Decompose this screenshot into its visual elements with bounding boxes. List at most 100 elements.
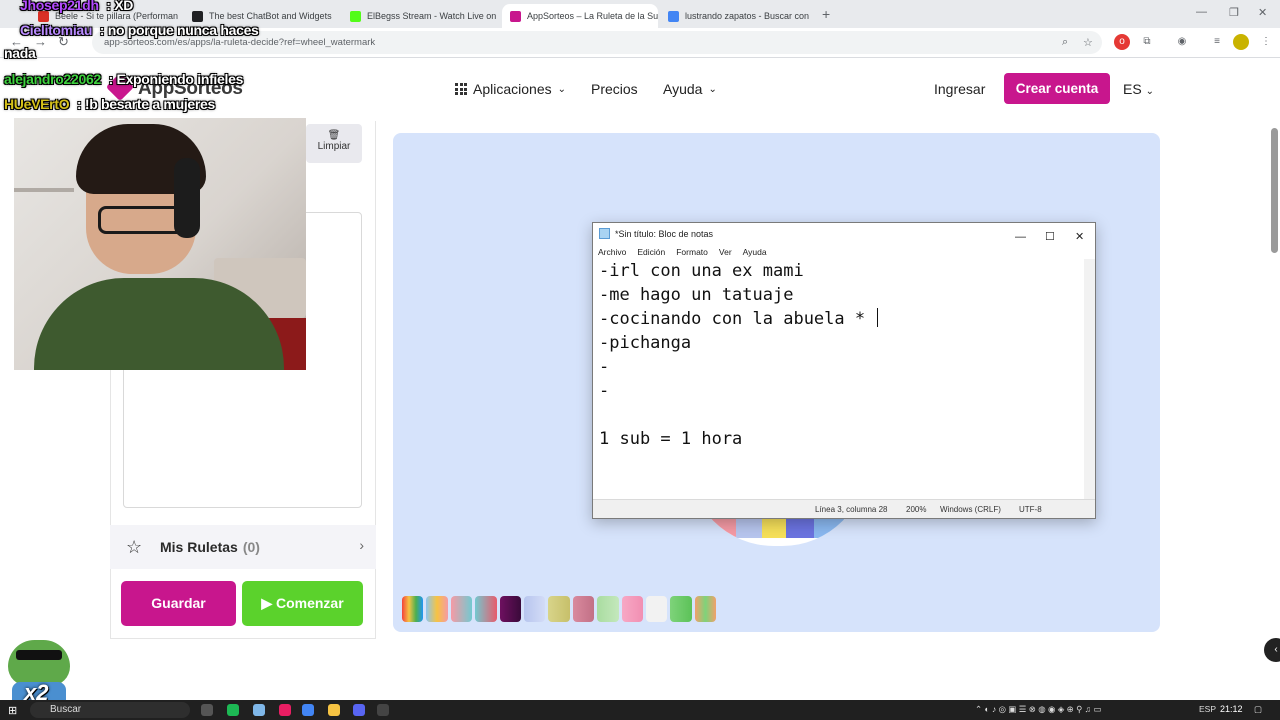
palette-swatch[interactable] [548, 596, 570, 622]
extensions-puzzle-icon[interactable]: ⧉ [1139, 34, 1155, 50]
text-line: -irl con una ex mami [599, 261, 804, 281]
status-position: Línea 3, columna 28 [815, 505, 888, 514]
language-indicator[interactable]: ESP [1199, 704, 1216, 714]
nav-help[interactable]: Ayuda ⌄ [663, 81, 717, 97]
chat-message: HUeVErtO : !b besarte a mujeres [4, 96, 215, 112]
text-line: - [599, 381, 610, 401]
palette-swatch[interactable] [426, 596, 448, 622]
taskbar-search[interactable]: Buscar [30, 702, 190, 718]
trash-icon: 🗑 [327, 130, 341, 141]
clock[interactable]: 21:12 [1220, 704, 1243, 714]
browser-tab-active[interactable]: AppSorteos – La Ruleta de la Su ✕ [502, 4, 658, 28]
create-account-button[interactable]: Crear cuenta [1004, 73, 1110, 104]
spotify-icon[interactable] [227, 704, 239, 716]
task-view-icon[interactable] [201, 704, 213, 716]
minimize-icon[interactable]: — [1196, 6, 1207, 18]
chevron-down-icon: ⌄ [557, 83, 566, 95]
notepad-text-area[interactable]: -irl con una ex mami -me hago un tatuaje… [593, 259, 1085, 501]
start-button[interactable]: ▶ Comenzar [242, 581, 363, 626]
notepad-title: *Sin título: Bloc de notas [615, 229, 714, 239]
status-encoding: UTF-8 [1019, 505, 1042, 514]
color-palette [402, 596, 717, 622]
text-caret [877, 308, 879, 327]
palette-swatch[interactable] [499, 596, 521, 622]
app-icon[interactable] [279, 704, 291, 716]
notepad-window[interactable]: *Sin título: Bloc de notas — ☐ ✕ Archivo… [592, 222, 1096, 519]
palette-swatch[interactable] [475, 596, 497, 622]
language-selector[interactable]: ES ⌄ [1123, 81, 1154, 97]
tab-close-icon[interactable]: ✕ [815, 11, 816, 22]
chat-text: Exponiendo infieles [116, 71, 244, 87]
nav-apps[interactable]: Aplicaciones ⌄ [455, 81, 566, 97]
notepad-titlebar[interactable]: *Sin título: Bloc de notas — ☐ ✕ [593, 223, 1095, 245]
text-line: - [599, 357, 610, 377]
opera-extension-icon[interactable]: o [1114, 34, 1130, 50]
browser-menu-icon[interactable]: ⋮ [1258, 34, 1274, 50]
palette-swatch[interactable] [670, 596, 692, 622]
obs-icon[interactable] [377, 704, 389, 716]
restore-icon[interactable]: ❐ [1229, 6, 1239, 19]
menu-archivo[interactable]: Archivo [598, 244, 626, 260]
chat-message: Jhosep21dh : XD [20, 0, 133, 13]
palette-swatch[interactable] [597, 596, 619, 622]
my-roulettes-text: Mis Ruletas [160, 539, 238, 555]
palette-swatch[interactable] [450, 596, 473, 622]
menu-edicion[interactable]: Edición [637, 244, 665, 260]
discord-icon[interactable] [353, 704, 365, 716]
chrome-icon[interactable] [302, 704, 314, 716]
signin-link[interactable]: Ingresar [934, 81, 985, 97]
wheel-segment [786, 516, 816, 538]
browser-tab[interactable]: ElBegss Stream - Watch Live on ✕ [342, 4, 498, 28]
my-roulettes-label: Mis Ruletas (0) [160, 539, 260, 555]
chat-separator: : [102, 0, 115, 13]
apps-grid-icon [455, 83, 467, 95]
palette-swatch[interactable] [572, 596, 595, 622]
notepad-statusbar: Línea 3, columna 28 200% Windows (CRLF) … [593, 499, 1095, 518]
headset [174, 158, 200, 238]
text-line [599, 403, 1085, 427]
clear-button[interactable]: 🗑 Limpiar [306, 124, 362, 163]
notepad-scrollbar[interactable] [1084, 259, 1095, 501]
scroll-arrow-icon[interactable]: ‹ [1264, 638, 1280, 662]
chat-separator: : [104, 71, 117, 87]
palette-swatch[interactable] [523, 596, 546, 622]
page-scrollbar[interactable] [1271, 128, 1278, 253]
palette-swatch[interactable] [621, 596, 643, 622]
palette-swatch[interactable] [694, 596, 717, 622]
taskbar-search-label: Buscar [50, 704, 82, 715]
menu-ayuda[interactable]: Ayuda [743, 244, 767, 260]
url-text: app-sorteos.com/es/apps/la-ruleta-decide… [104, 37, 376, 48]
nav-help-label: Ayuda [663, 81, 703, 97]
save-button[interactable]: Guardar [121, 581, 236, 626]
my-roulettes-row[interactable]: ☆ Mis Ruletas (0) › [110, 525, 376, 569]
chat-message: nada [4, 45, 36, 61]
windows-start-icon[interactable]: ⊞ [8, 704, 17, 717]
status-zoom: 200% [906, 505, 927, 514]
notification-icon[interactable]: ▢ [1254, 704, 1262, 715]
reading-list-icon[interactable]: ≡ [1209, 34, 1225, 50]
chat-username: Cielitomiau [20, 22, 93, 38]
wheel-segment [762, 516, 788, 538]
chat-username: HUeVErtO [4, 96, 70, 112]
language-label: ES [1123, 81, 1142, 97]
palette-swatch[interactable] [645, 596, 668, 622]
new-tab-icon[interactable]: + [822, 6, 830, 22]
chat-text: !b besarte a mujeres [84, 96, 216, 112]
chevron-right-icon: › [359, 537, 364, 553]
close-window-icon[interactable]: ✕ [1258, 6, 1267, 19]
media-control-icon[interactable]: ◉ [1174, 34, 1190, 50]
palette-swatch[interactable] [402, 596, 424, 622]
file-explorer-icon[interactable] [328, 704, 340, 716]
profile-avatar[interactable] [1233, 34, 1249, 50]
zoom-icon[interactable]: ⌕ [1062, 36, 1068, 49]
chevron-down-icon: ⌄ [708, 83, 717, 95]
notepad-taskbar-icon[interactable] [253, 704, 265, 716]
bookmark-star-icon[interactable]: ☆ [1083, 36, 1093, 49]
menu-ver[interactable]: Ver [719, 244, 732, 260]
browser-tab[interactable]: lustrando zapatos - Buscar con ✕ [660, 4, 816, 28]
nav-prices[interactable]: Precios [591, 81, 638, 97]
star-icon: ☆ [126, 537, 143, 557]
menu-formato[interactable]: Formato [676, 244, 708, 260]
tray-icons[interactable]: ⌃ ◐ ♪ ◎ ▣ ☰ ⊗ ◍ ◉ ◈ ⊕ ⚲ ♫ ▭ [975, 704, 1102, 715]
chat-separator: : [96, 22, 108, 38]
